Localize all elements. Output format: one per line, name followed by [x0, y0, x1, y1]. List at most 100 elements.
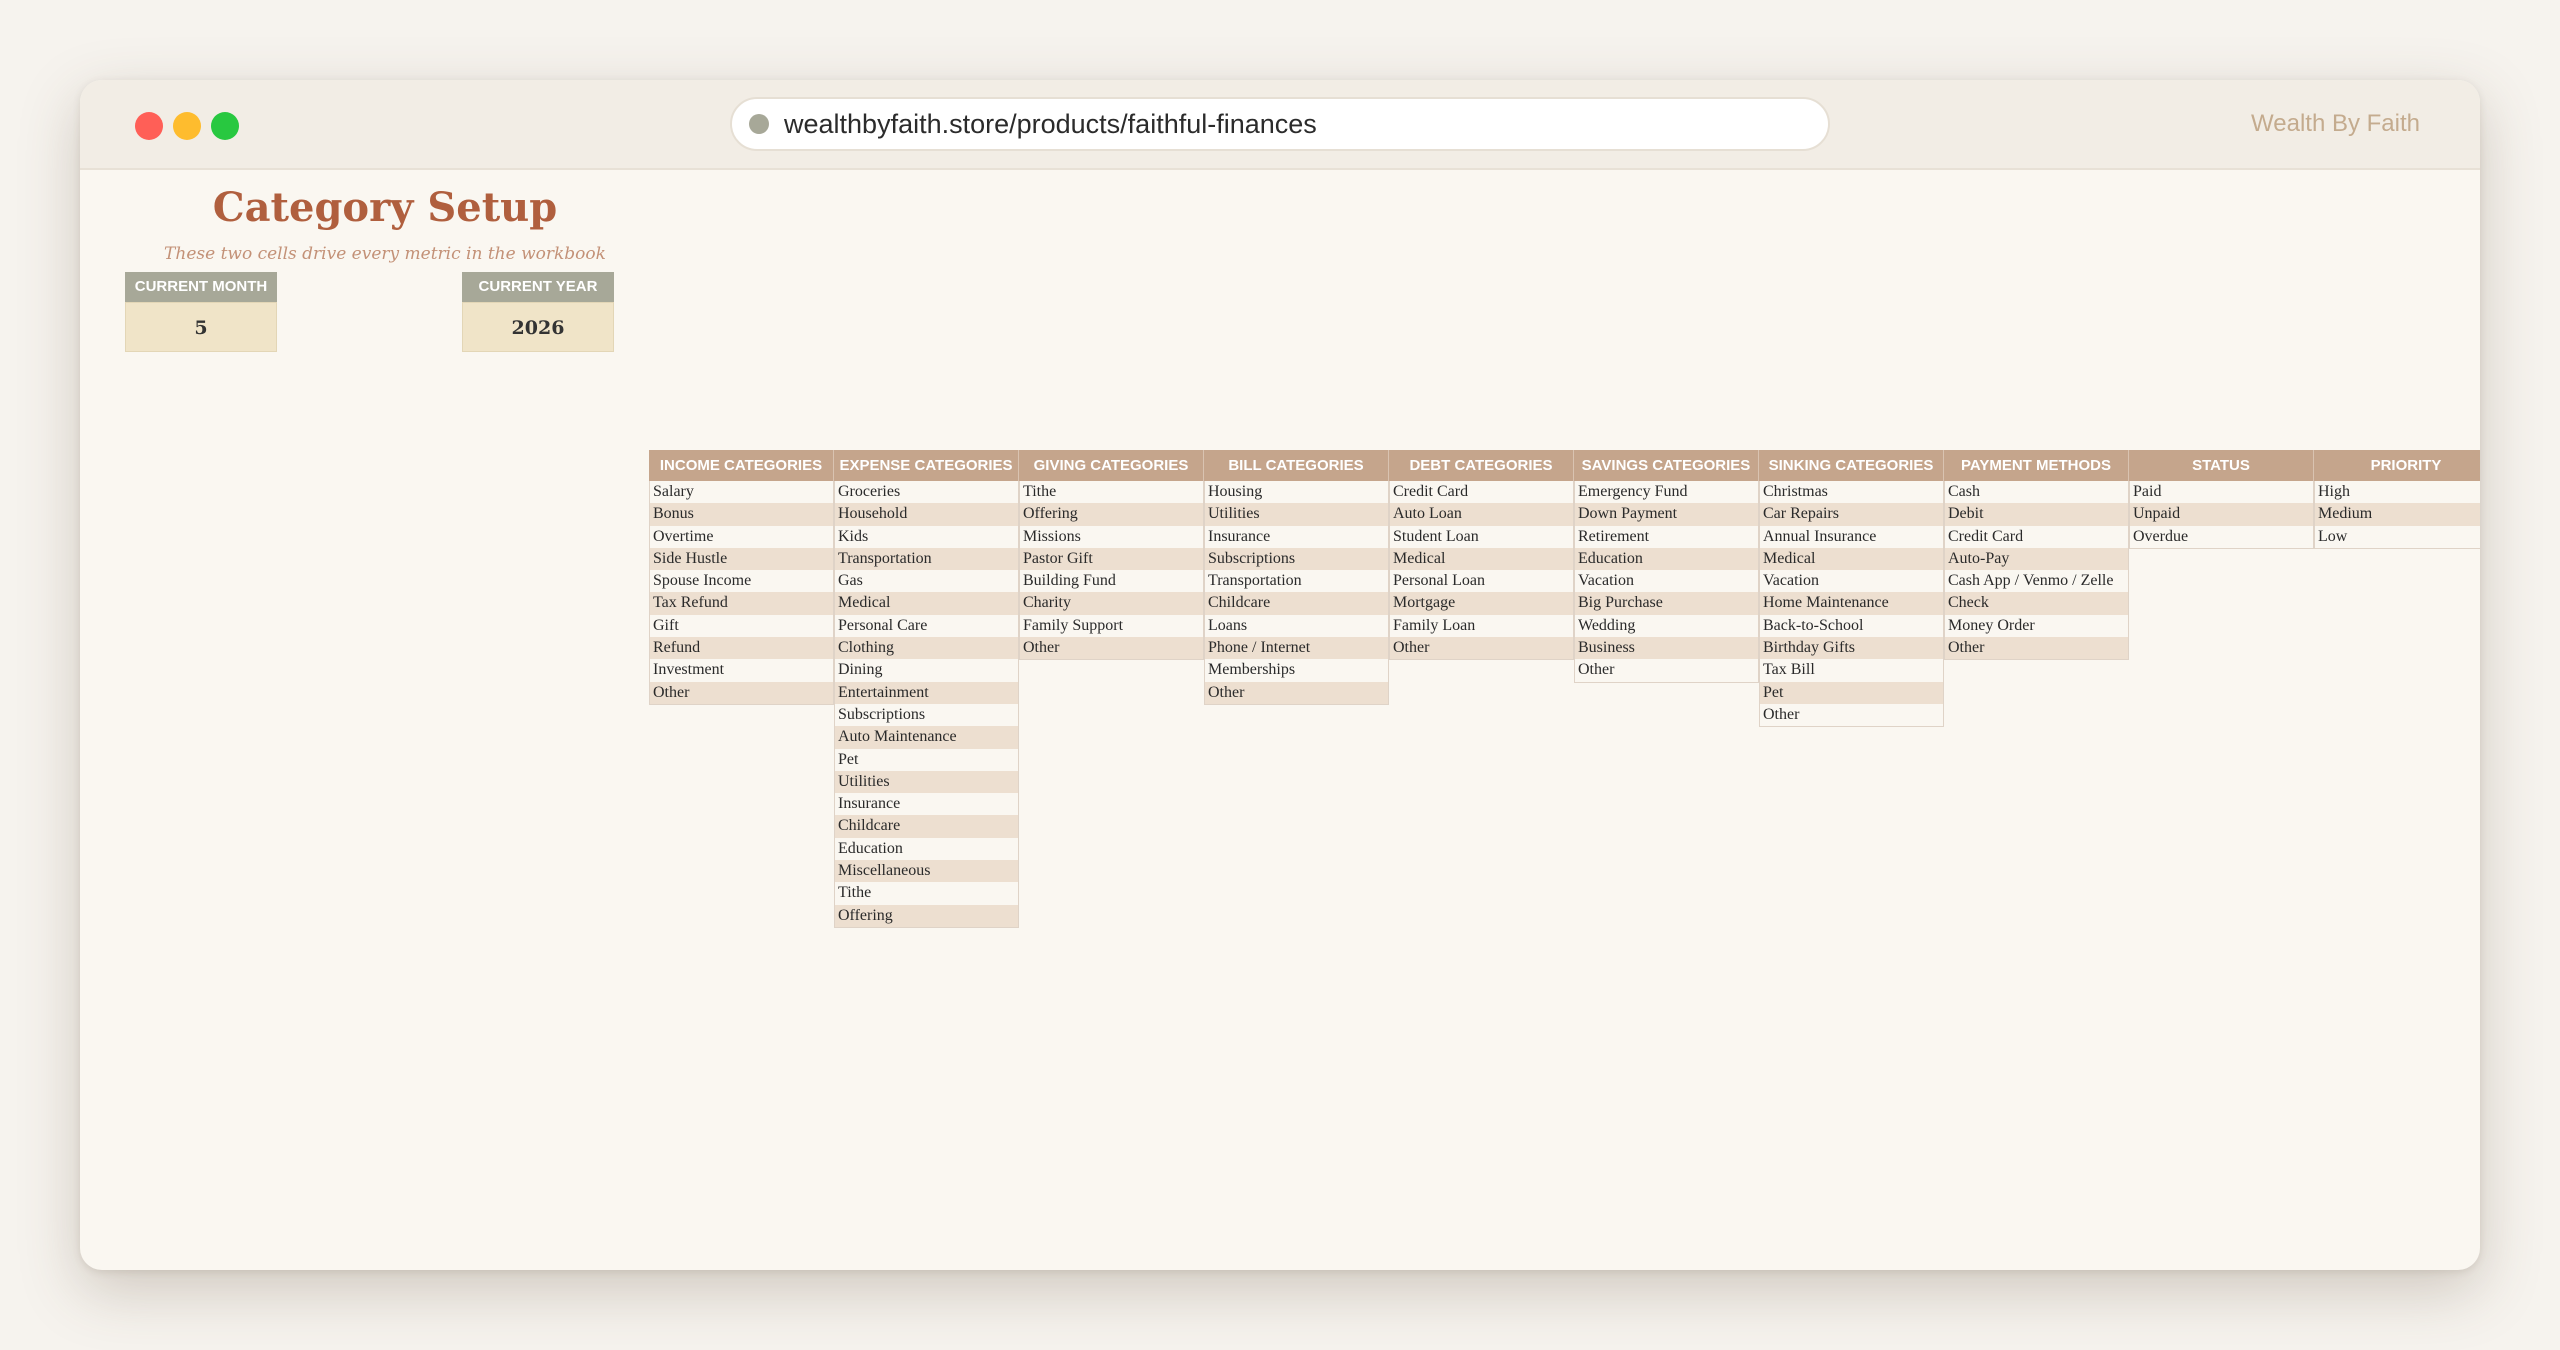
- category-cell[interactable]: Tithe: [835, 882, 1018, 905]
- category-cell[interactable]: Insurance: [1205, 525, 1388, 548]
- column-header[interactable]: STATUS: [2129, 450, 2314, 481]
- category-cell[interactable]: Kids: [835, 525, 1018, 548]
- category-cell[interactable]: Other: [1945, 637, 2128, 660]
- category-cell[interactable]: Car Repairs: [1760, 503, 1943, 526]
- category-cell[interactable]: Bonus: [650, 503, 833, 526]
- category-cell[interactable]: Missions: [1020, 525, 1203, 548]
- category-cell[interactable]: Other: [1390, 637, 1573, 660]
- category-cell[interactable]: Miscellaneous: [835, 860, 1018, 883]
- current-year-cell[interactable]: 2026: [462, 302, 614, 352]
- category-cell[interactable]: Business: [1575, 637, 1758, 660]
- category-cell[interactable]: Retirement: [1575, 525, 1758, 548]
- category-cell[interactable]: Home Maintenance: [1760, 592, 1943, 615]
- column-header[interactable]: BILL CATEGORIES: [1204, 450, 1389, 481]
- category-cell[interactable]: Pastor Gift: [1020, 547, 1203, 571]
- category-cell[interactable]: Transportation: [1205, 570, 1388, 593]
- category-cell[interactable]: Medium: [2315, 503, 2480, 526]
- category-cell[interactable]: Salary: [650, 481, 833, 504]
- category-cell[interactable]: Check: [1945, 592, 2128, 615]
- category-cell[interactable]: High: [2315, 481, 2480, 504]
- category-cell[interactable]: Birthday Gifts: [1760, 637, 1943, 660]
- category-cell[interactable]: Phone / Internet: [1205, 637, 1388, 660]
- category-cell[interactable]: Education: [835, 837, 1018, 861]
- category-cell[interactable]: Groceries: [835, 481, 1018, 504]
- category-cell[interactable]: Overtime: [650, 525, 833, 548]
- category-cell[interactable]: Memberships: [1205, 659, 1388, 682]
- category-cell[interactable]: Down Payment: [1575, 503, 1758, 526]
- column-header[interactable]: PRIORITY: [2314, 450, 2480, 481]
- category-cell[interactable]: Housing: [1205, 481, 1388, 504]
- category-cell[interactable]: Building Fund: [1020, 570, 1203, 593]
- address-bar[interactable]: wealthbyfaith.store/products/faithful-fi…: [730, 97, 1830, 151]
- category-cell[interactable]: Utilities: [1205, 503, 1388, 526]
- column-header[interactable]: PAYMENT METHODS: [1944, 450, 2129, 481]
- column-header[interactable]: SAVINGS CATEGORIES: [1574, 450, 1759, 481]
- category-cell[interactable]: Auto Maintenance: [835, 726, 1018, 749]
- category-cell[interactable]: Offering: [1020, 503, 1203, 526]
- category-cell[interactable]: Subscriptions: [1205, 547, 1388, 571]
- category-cell[interactable]: Cash: [1945, 481, 2128, 504]
- site-info-icon[interactable]: [749, 114, 769, 134]
- category-cell[interactable]: Tax Refund: [650, 592, 833, 615]
- category-cell[interactable]: Unpaid: [2130, 503, 2313, 526]
- category-cell[interactable]: Subscriptions: [835, 703, 1018, 727]
- category-cell[interactable]: Charity: [1020, 592, 1203, 615]
- current-month-cell[interactable]: 5: [125, 302, 277, 352]
- category-cell[interactable]: Education: [1575, 547, 1758, 571]
- category-cell[interactable]: Student Loan: [1390, 525, 1573, 548]
- category-cell[interactable]: Other: [1205, 681, 1388, 704]
- category-cell[interactable]: Utilities: [835, 770, 1018, 794]
- category-cell[interactable]: Vacation: [1575, 570, 1758, 593]
- category-cell[interactable]: Gift: [650, 614, 833, 638]
- category-cell[interactable]: Clothing: [835, 637, 1018, 660]
- category-cell[interactable]: Medical: [1760, 547, 1943, 571]
- category-cell[interactable]: Big Purchase: [1575, 592, 1758, 615]
- category-cell[interactable]: Annual Insurance: [1760, 525, 1943, 548]
- category-cell[interactable]: Christmas: [1760, 481, 1943, 504]
- column-header[interactable]: GIVING CATEGORIES: [1019, 450, 1204, 481]
- category-cell[interactable]: Spouse Income: [650, 570, 833, 593]
- category-cell[interactable]: Dining: [835, 659, 1018, 682]
- category-cell[interactable]: Gas: [835, 570, 1018, 593]
- category-cell[interactable]: Money Order: [1945, 614, 2128, 638]
- minimize-window-button[interactable]: [173, 112, 201, 140]
- category-cell[interactable]: Childcare: [835, 815, 1018, 838]
- category-cell[interactable]: Credit Card: [1945, 525, 2128, 548]
- category-cell[interactable]: Personal Loan: [1390, 570, 1573, 593]
- category-cell[interactable]: Insurance: [835, 793, 1018, 816]
- category-cell[interactable]: Tax Bill: [1760, 659, 1943, 682]
- category-cell[interactable]: Childcare: [1205, 592, 1388, 615]
- category-cell[interactable]: Cash App / Venmo / Zelle: [1945, 570, 2128, 593]
- category-cell[interactable]: Other: [1760, 703, 1943, 727]
- category-cell[interactable]: Overdue: [2130, 525, 2313, 548]
- category-cell[interactable]: Refund: [650, 637, 833, 660]
- category-cell[interactable]: Wedding: [1575, 614, 1758, 638]
- category-cell[interactable]: Other: [1575, 659, 1758, 682]
- category-cell[interactable]: Other: [1020, 637, 1203, 660]
- category-cell[interactable]: Medical: [835, 592, 1018, 615]
- category-cell[interactable]: Other: [650, 681, 833, 704]
- category-cell[interactable]: Credit Card: [1390, 481, 1573, 504]
- close-window-button[interactable]: [135, 112, 163, 140]
- category-cell[interactable]: Investment: [650, 659, 833, 682]
- column-header[interactable]: SINKING CATEGORIES: [1759, 450, 1944, 481]
- column-header[interactable]: EXPENSE CATEGORIES: [834, 450, 1019, 481]
- category-cell[interactable]: Medical: [1390, 547, 1573, 571]
- category-cell[interactable]: Auto-Pay: [1945, 547, 2128, 571]
- column-header[interactable]: DEBT CATEGORIES: [1389, 450, 1574, 481]
- category-cell[interactable]: Low: [2315, 525, 2480, 548]
- category-cell[interactable]: Entertainment: [835, 681, 1018, 704]
- category-cell[interactable]: Family Support: [1020, 614, 1203, 638]
- category-cell[interactable]: Tithe: [1020, 481, 1203, 504]
- category-cell[interactable]: Loans: [1205, 614, 1388, 638]
- category-cell[interactable]: Emergency Fund: [1575, 481, 1758, 504]
- maximize-window-button[interactable]: [211, 112, 239, 140]
- category-cell[interactable]: Family Loan: [1390, 614, 1573, 638]
- category-cell[interactable]: Mortgage: [1390, 592, 1573, 615]
- category-cell[interactable]: Auto Loan: [1390, 503, 1573, 526]
- category-cell[interactable]: Household: [835, 503, 1018, 526]
- category-cell[interactable]: Personal Care: [835, 614, 1018, 638]
- category-cell[interactable]: Vacation: [1760, 570, 1943, 593]
- category-cell[interactable]: Pet: [1760, 681, 1943, 704]
- category-cell[interactable]: Transportation: [835, 547, 1018, 571]
